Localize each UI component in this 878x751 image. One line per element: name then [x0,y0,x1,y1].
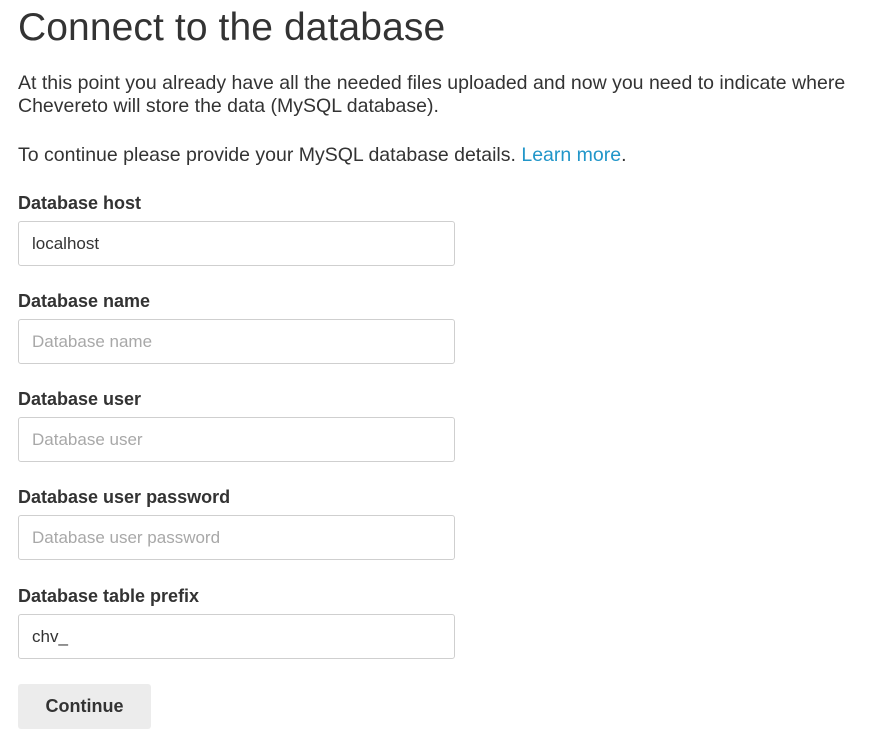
database-password-label: Database user password [18,487,231,507]
database-password-input[interactable] [18,515,455,560]
field-database-name: Database name [18,291,455,364]
database-user-input[interactable] [18,417,455,462]
continue-button[interactable]: Continue [18,684,151,729]
intro-text: At this point you already have all the n… [18,72,846,117]
database-host-label: Database host [18,193,142,213]
database-user-label: Database user [18,389,142,409]
continue-instructions: To continue please provide your MySQL da… [18,144,626,167]
database-name-input[interactable] [18,319,455,364]
page-title: Connect to the database [18,6,446,49]
learn-more-link[interactable]: Learn more [521,144,621,166]
database-name-label: Database name [18,291,151,311]
field-database-password: Database user password [18,487,455,560]
field-database-table-prefix: Database table prefix [18,586,455,659]
database-table-prefix-input[interactable] [18,614,455,659]
database-host-input[interactable] [18,221,455,266]
field-database-user: Database user [18,389,455,462]
continue-instructions-period: . [621,144,627,166]
database-table-prefix-label: Database table prefix [18,586,200,606]
continue-instructions-text: To continue please provide your MySQL da… [18,144,516,166]
field-database-host: Database host [18,193,455,266]
